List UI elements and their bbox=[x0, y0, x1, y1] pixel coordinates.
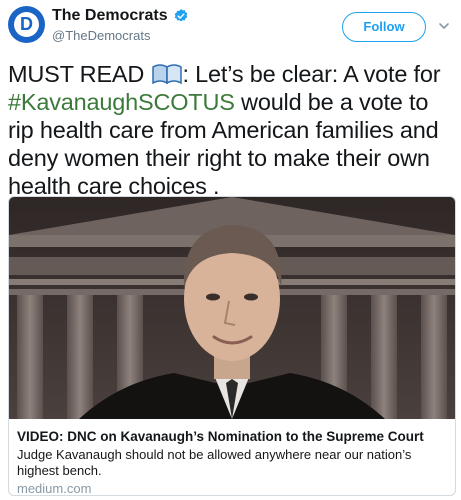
open-book-emoji-icon bbox=[151, 64, 182, 85]
avatar-letter: D bbox=[20, 14, 33, 34]
verified-badge-icon bbox=[174, 9, 187, 22]
card-description: Judge Kavanaugh should not be allowed an… bbox=[17, 447, 412, 478]
tweet-header: D The Democrats @TheDemocrats Follow bbox=[0, 0, 461, 58]
card-image[interactable] bbox=[9, 197, 455, 419]
tweet-text: MUST READ : Let’s be clear: A vote for #… bbox=[8, 60, 458, 200]
card-domain: medium.com bbox=[17, 481, 92, 496]
tweet-text-intro: MUST READ bbox=[8, 61, 151, 87]
display-name[interactable]: The Democrats bbox=[52, 7, 168, 25]
hashtag-link[interactable]: #KavanaughSCOTUS bbox=[8, 89, 235, 115]
avatar[interactable]: D bbox=[8, 6, 45, 43]
card-title[interactable]: VIDEO: DNC on Kavanaugh’s Nomination to … bbox=[17, 429, 447, 444]
chevron-down-icon[interactable] bbox=[437, 19, 451, 33]
name-row: The Democrats bbox=[52, 6, 189, 26]
tweet-text-body: : Let’s be clear: A vote for bbox=[182, 61, 441, 87]
link-card[interactable]: VIDEO: DNC on Kavanaugh’s Nomination to … bbox=[8, 196, 456, 496]
handle[interactable]: @TheDemocrats bbox=[52, 28, 150, 43]
follow-button[interactable]: Follow bbox=[342, 12, 426, 42]
